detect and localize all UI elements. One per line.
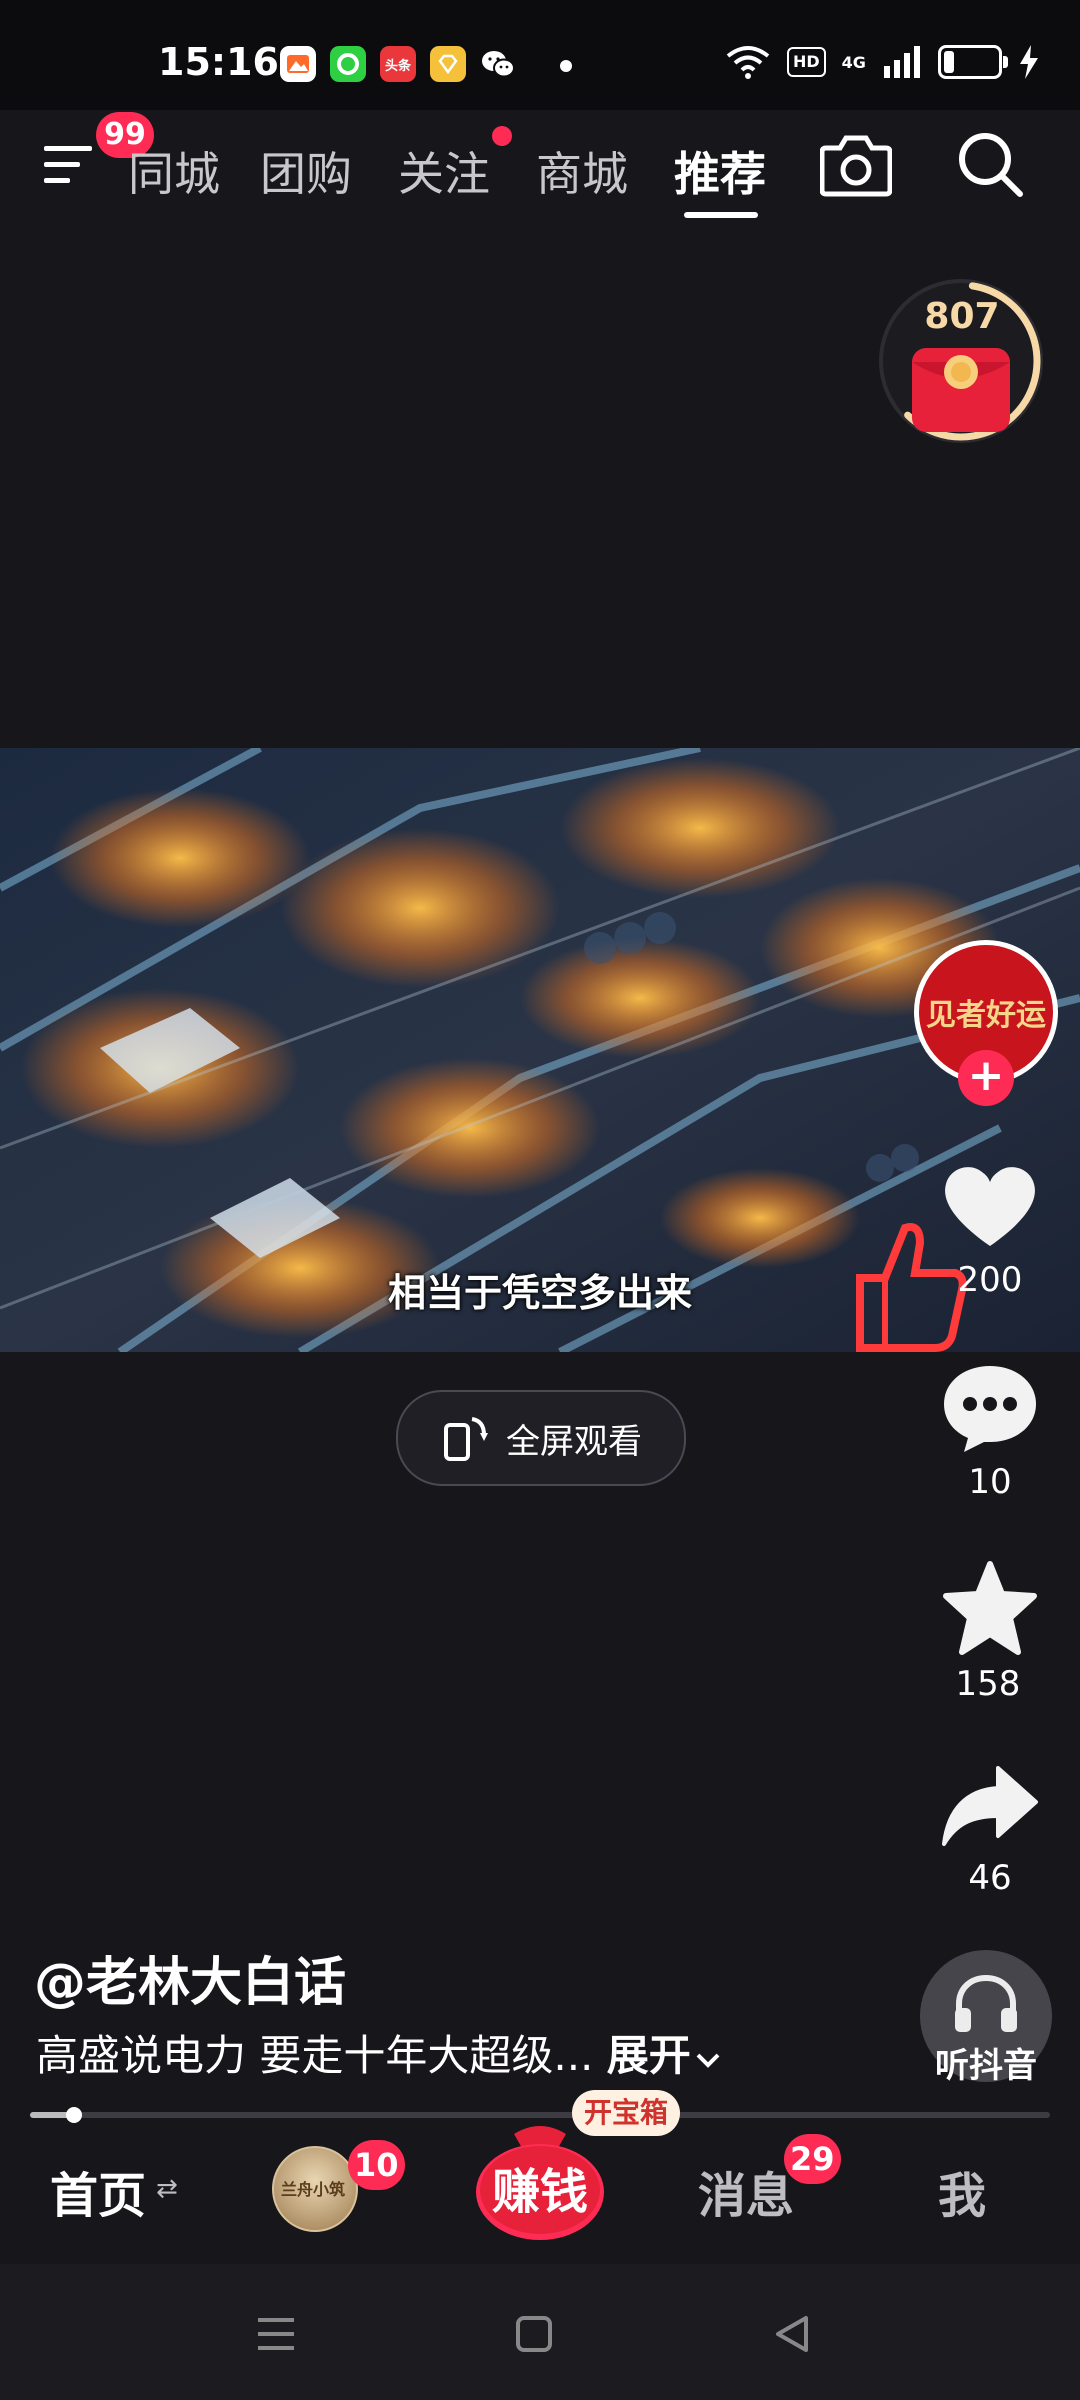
back-triangle-icon[interactable] [772, 2314, 812, 2354]
tab-me[interactable]: 我 [938, 2156, 986, 2226]
share-count: 46 [968, 1858, 1012, 1898]
fullscreen-label: 全屏观看 [506, 1421, 642, 1462]
notification-app-icons: 头条 [280, 46, 516, 82]
battery-icon [937, 45, 1008, 79]
like-heart-icon[interactable] [940, 1158, 1040, 1254]
home-square-icon[interactable] [514, 2314, 554, 2354]
tab-group-buy[interactable]: 团购 [260, 138, 352, 204]
switch-arrows-icon[interactable]: ⇄ [156, 2174, 178, 2204]
photos-app-icon [280, 46, 316, 82]
headphones-icon [955, 1974, 1017, 2032]
video-description[interactable]: 高盛说电力 要走十年大超级... 展开 [36, 2022, 721, 2083]
chat-bubble-app-icon [330, 46, 366, 82]
comment-count: 10 [968, 1462, 1012, 1502]
video-subtitle: 相当于凭空多出来 [387, 1271, 692, 1315]
treasure-box-tag[interactable]: 开宝箱 [572, 2090, 681, 2136]
shop-avatar-text: 兰舟小筑 [280, 2180, 345, 2199]
search-icon[interactable] [956, 130, 1026, 200]
diamond-app-icon [430, 46, 466, 82]
network-type-label: 4G [841, 52, 866, 72]
battery-level [943, 51, 954, 73]
charging-icon [1019, 45, 1038, 79]
messages-badge: 29 [784, 2134, 841, 2184]
playback-progress-knob[interactable] [66, 2107, 82, 2123]
menu-icon[interactable] [44, 140, 92, 190]
status-time: 15:16 [158, 40, 279, 84]
active-tab-indicator [684, 212, 758, 218]
like-count: 200 [957, 1260, 1023, 1300]
description-text: 高盛说电力 要走十年大超级... [36, 2031, 594, 2080]
follow-button[interactable]: + [958, 1050, 1014, 1106]
tab-mall[interactable]: 商城 [536, 138, 628, 204]
camera-icon[interactable] [820, 132, 892, 198]
tab-following[interactable]: 关注 [398, 138, 490, 204]
tab-local[interactable]: 同城 [120, 138, 220, 204]
system-icons: HD 4G [725, 44, 1040, 80]
earn-label: 赚钱 [491, 2164, 588, 2220]
share-arrow-icon[interactable] [940, 1758, 1040, 1854]
comment-icon[interactable] [940, 1360, 1040, 1456]
tab-home[interactable]: 首页 [50, 2156, 146, 2226]
author-name[interactable]: @老林大白话 [34, 1940, 346, 2015]
tab-local-label: 同城 [128, 147, 220, 201]
shop-badge: 10 [348, 2140, 405, 2190]
reward-count: 807 [924, 296, 1000, 337]
listen-douyin-label: 听抖音 [935, 2046, 1037, 2086]
more-notifications-dot [560, 60, 572, 72]
hd-icon: HD [787, 47, 826, 77]
wechat-icon [480, 46, 516, 82]
following-new-dot [492, 126, 512, 146]
tab-messages[interactable]: 消息 [698, 2156, 794, 2226]
creator-avatar-text: 见者好运 [926, 998, 1046, 1033]
fullscreen-button[interactable]: 全屏观看 [396, 1390, 686, 1486]
playback-progress-fill [30, 2112, 71, 2118]
rotate-screen-icon [444, 1417, 488, 1461]
signal-icon [883, 46, 920, 78]
expand-label: 展开 [606, 2031, 691, 2080]
tab-recommended[interactable]: 推荐 [674, 138, 766, 204]
favorite-count: 158 [955, 1664, 1021, 1704]
recent-apps-icon[interactable] [256, 2314, 296, 2354]
battery-tip [1002, 56, 1008, 68]
chevron-down-icon [696, 2053, 720, 2068]
wifi-icon [726, 46, 770, 79]
toutiao-app-icon: 头条 [380, 46, 416, 82]
toutiao-app-label: 头条 [384, 58, 411, 74]
expand-button[interactable]: 展开 [607, 2031, 721, 2080]
favorite-star-icon[interactable] [940, 1560, 1040, 1656]
